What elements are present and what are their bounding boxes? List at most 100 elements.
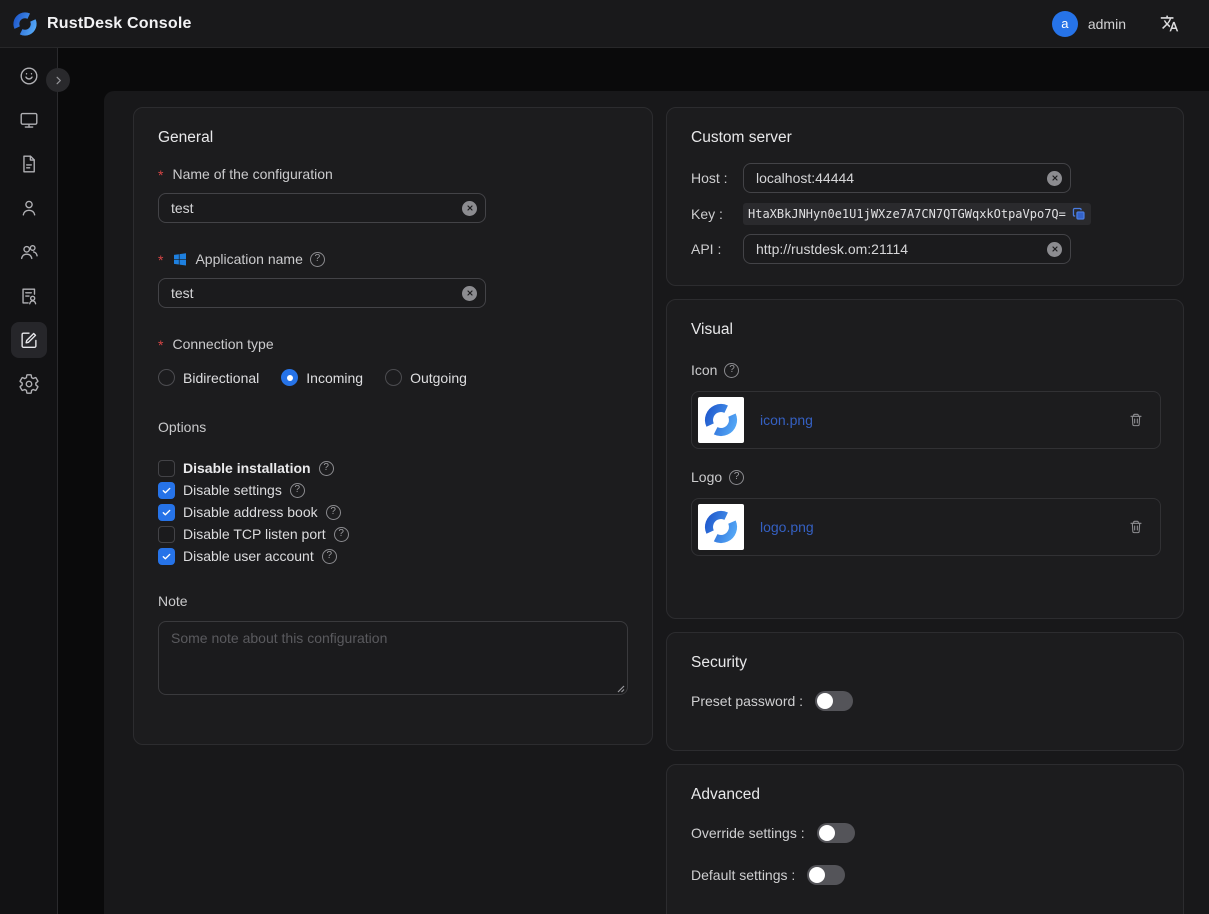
settings-icon <box>18 373 40 395</box>
help-icon[interactable] <box>322 549 337 564</box>
checkbox-icon[interactable] <box>158 526 175 543</box>
host-row: Host : <box>691 163 1159 193</box>
sidebar-item-audit-logs[interactable] <box>11 278 47 314</box>
sidebar-item-settings[interactable] <box>11 366 47 402</box>
radio-icon <box>281 369 298 386</box>
icon-upload-box[interactable]: icon.png <box>691 391 1161 449</box>
required-marker <box>158 334 165 354</box>
clear-host-icon[interactable] <box>1047 171 1062 186</box>
security-title: Security <box>691 653 1159 673</box>
checkbox-icon[interactable] <box>158 548 175 565</box>
security-card: Security Preset password : <box>666 632 1184 751</box>
username: admin <box>1088 16 1126 32</box>
default-settings-label: Default settings : <box>691 867 795 883</box>
copy-icon[interactable] <box>1072 207 1086 221</box>
config-name-label: Name of the configuration <box>158 164 628 184</box>
logo-upload-box[interactable]: logo.png <box>691 498 1161 556</box>
required-marker <box>158 249 165 269</box>
delete-icon-file-icon[interactable] <box>1128 412 1144 428</box>
option-disable-installation: Disable installation <box>158 457 628 479</box>
logo-label: Logo <box>691 467 1159 487</box>
clear-app-name-icon[interactable] <box>462 286 477 301</box>
sidebar-item-overview[interactable] <box>11 58 47 94</box>
connection-type-group: Bidirectional Incoming Outgoing <box>158 369 628 386</box>
default-settings-row: Default settings : <box>691 865 1159 885</box>
help-icon[interactable] <box>724 363 739 378</box>
preset-password-label: Preset password : <box>691 693 803 709</box>
option-disable-address-book: Disable address book <box>158 501 628 523</box>
sidebar-item-documents[interactable] <box>11 146 47 182</box>
help-icon[interactable] <box>310 252 325 267</box>
option-disable-settings: Disable settings <box>158 479 628 501</box>
avatar: a <box>1052 11 1078 37</box>
monitor-icon <box>18 109 40 131</box>
preset-password-toggle[interactable] <box>815 691 853 711</box>
note-label: Note <box>158 591 628 611</box>
checkbox-icon[interactable] <box>158 460 175 477</box>
sidebar-item-users[interactable] <box>11 190 47 226</box>
delete-logo-file-icon[interactable] <box>1128 519 1144 535</box>
help-icon[interactable] <box>729 470 744 485</box>
sidebar-item-custom-clients[interactable] <box>11 322 47 358</box>
advanced-card: Advanced Override settings : Default set… <box>666 764 1184 914</box>
connection-type-label: Connection type <box>158 334 628 354</box>
override-settings-label: Override settings : <box>691 825 805 841</box>
help-icon[interactable] <box>319 461 334 476</box>
help-icon[interactable] <box>326 505 341 520</box>
host-input-wrap <box>743 163 1071 193</box>
icon-label: Icon <box>691 360 1159 380</box>
api-row: API : <box>691 234 1159 264</box>
clear-api-icon[interactable] <box>1047 242 1062 257</box>
advanced-title: Advanced <box>691 785 1159 805</box>
help-icon[interactable] <box>290 483 305 498</box>
override-settings-row: Override settings : <box>691 823 1159 843</box>
host-label: Host : <box>691 170 743 186</box>
radio-outgoing[interactable]: Outgoing <box>385 369 467 386</box>
visual-title: Visual <box>691 320 1159 340</box>
radio-incoming[interactable]: Incoming <box>281 369 363 386</box>
general-title: General <box>158 128 628 148</box>
custom-server-card: Custom server Host : Key : HtaXBkJNHyn0e… <box>666 107 1184 286</box>
checkbox-icon[interactable] <box>158 482 175 499</box>
default-settings-toggle[interactable] <box>807 865 845 885</box>
sidebar-collapse-button[interactable] <box>46 68 70 92</box>
general-card: General Name of the configuration <box>133 107 653 745</box>
app-name-input[interactable] <box>171 285 462 301</box>
app-name-input-wrap <box>158 278 486 308</box>
radio-icon <box>385 369 402 386</box>
document-icon <box>18 153 40 175</box>
key-value: HtaXBkJNHyn0e1U1jWXze7A7CN7QTGWqxkOtpaVp… <box>748 207 1066 221</box>
rustdesk-logo-icon <box>703 402 739 438</box>
icon-thumbnail <box>698 397 744 443</box>
content-panel: General Name of the configuration <box>104 91 1209 914</box>
user-menu[interactable]: a admin <box>1052 11 1126 37</box>
smiley-icon <box>18 65 40 87</box>
note-textarea[interactable] <box>158 621 628 695</box>
required-marker <box>158 164 165 184</box>
translate-icon[interactable] <box>1160 14 1179 33</box>
preset-password-row: Preset password : <box>691 691 1159 711</box>
sidebar-item-groups[interactable] <box>11 234 47 270</box>
clear-config-name-icon[interactable] <box>462 201 477 216</box>
users-icon <box>18 241 40 263</box>
icon-filename-link[interactable]: icon.png <box>760 412 813 428</box>
api-input[interactable] <box>756 241 1047 257</box>
radio-icon <box>158 369 175 386</box>
api-label: API : <box>691 241 743 257</box>
help-icon[interactable] <box>334 527 349 542</box>
key-label: Key : <box>691 206 743 222</box>
config-name-input[interactable] <box>171 200 462 216</box>
user-icon <box>18 197 40 219</box>
visual-card: Visual Icon icon.png <box>666 299 1184 619</box>
logo-filename-link[interactable]: logo.png <box>760 519 814 535</box>
host-input[interactable] <box>756 170 1047 186</box>
app-name-label: Application name <box>158 249 628 269</box>
checkbox-icon[interactable] <box>158 504 175 521</box>
options-label: Options <box>158 417 628 437</box>
key-value-chip: HtaXBkJNHyn0e1U1jWXze7A7CN7QTGWqxkOtpaVp… <box>743 203 1091 225</box>
sidebar-item-devices[interactable] <box>11 102 47 138</box>
override-settings-toggle[interactable] <box>817 823 855 843</box>
rustdesk-logo-icon <box>703 509 739 545</box>
windows-icon <box>172 251 188 267</box>
radio-bidirectional[interactable]: Bidirectional <box>158 369 259 386</box>
